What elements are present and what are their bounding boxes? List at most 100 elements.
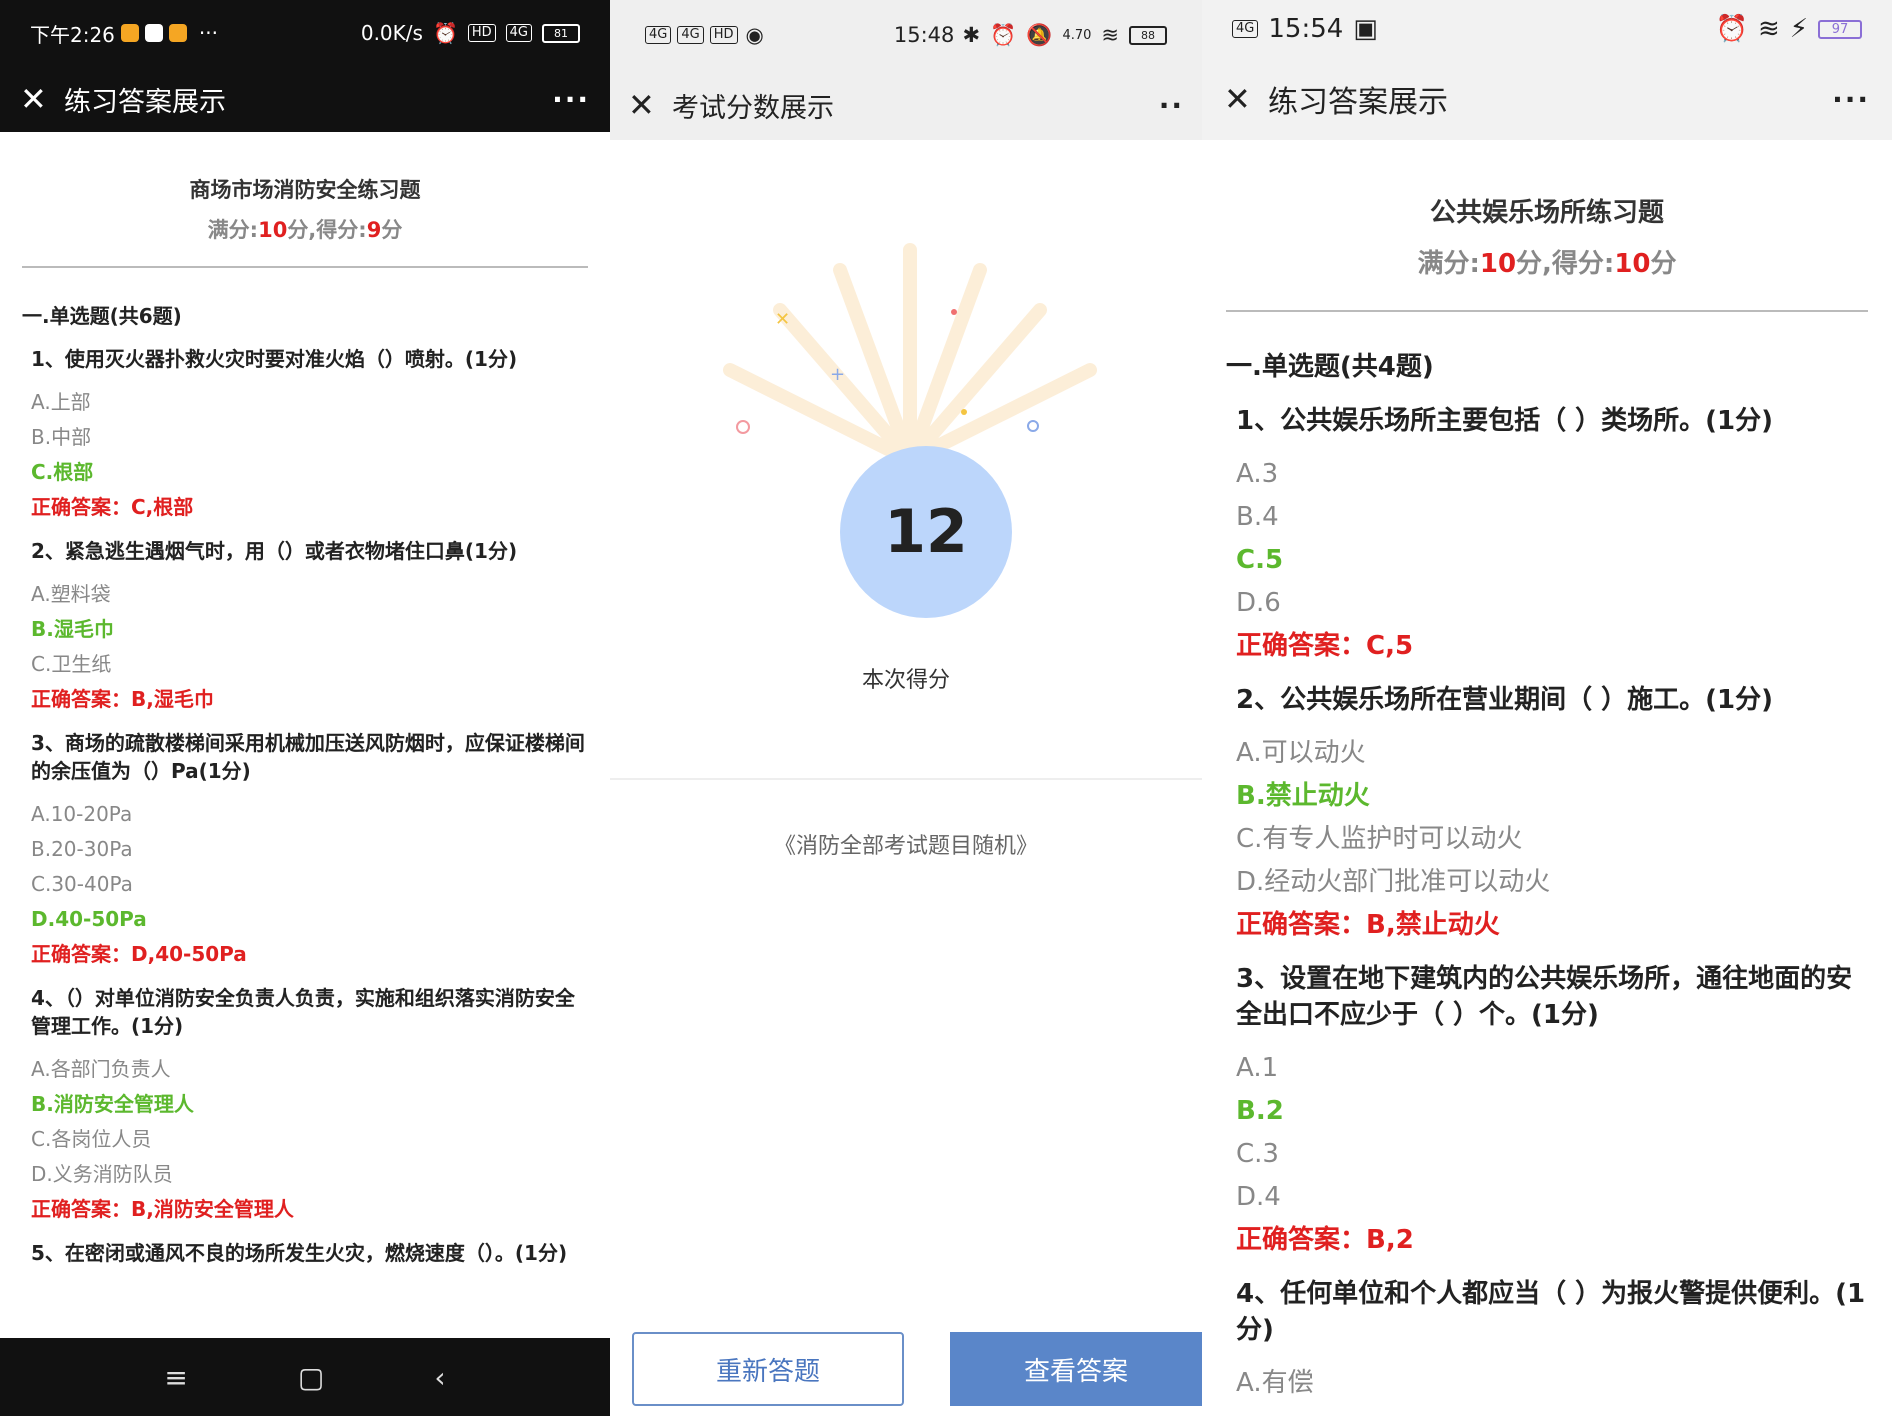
quiz-content: 公共娱乐场所练习题 满分:10分,得分:10分 一.单选题(共4题) 1、公共娱… xyxy=(1202,140,1892,1416)
option: A.上部 xyxy=(31,390,91,414)
page-title: 练习答案展示 xyxy=(64,86,226,118)
correct-answer-value: C,根部 xyxy=(131,495,194,519)
option: C.3 xyxy=(1236,1139,1279,1169)
obtained-score-value: 10 xyxy=(1614,249,1651,279)
option: D.义务消防队员 xyxy=(31,1162,173,1186)
correct-answer-label: 正确答案： xyxy=(31,1197,131,1221)
more-menu-icon[interactable]: ··· xyxy=(552,83,590,116)
practice-answers-panel-1: 下午2:26 ··· 0.0K/s ⏰ HD 4G 81 ✕ 练习答案展示 ··… xyxy=(0,0,610,1416)
signal-icon: 4G xyxy=(1232,20,1259,38)
correct-answer: 正确答案：D,40-50Pa xyxy=(31,937,588,972)
quiz-content: 商场市场消防安全练习题 满分:10分,得分:9分 一.单选题(共6题) 1、使用… xyxy=(0,150,610,1279)
status-time: 下午2:26 xyxy=(30,22,115,47)
exam-name: 《消防全部考试题目随机》 xyxy=(773,834,1038,859)
score-label: 分,得分: xyxy=(287,218,367,242)
status-bar: 4G 4G HD ◉ 15:48 ✱ ⏰ 🔕 4.70 ≋ 88 xyxy=(610,0,1202,70)
option-correct: C.根部 xyxy=(31,460,94,484)
network-speed: 4.70 xyxy=(1062,27,1092,43)
score-unit: 分 xyxy=(1650,249,1677,279)
correct-answer: 正确答案：C,根部 xyxy=(31,490,588,525)
exam-score-panel: 4G 4G HD ◉ 15:48 ✱ ⏰ 🔕 4.70 ≋ 88 ✕ 考试分数展… xyxy=(610,0,1202,1416)
option-correct: B.消防安全管理人 xyxy=(31,1092,194,1116)
correct-answer-label: 正确答案： xyxy=(31,942,131,966)
gallery-icon: ▣ xyxy=(1353,14,1378,44)
charging-icon: ⚡ xyxy=(1789,14,1808,44)
question-item: 1、使用灭火器扑救火灾时要对准火焰（）喷射。(1分) A.上部 B.中部 C.根部 正确… xyxy=(22,345,588,525)
close-icon[interactable]: ✕ xyxy=(20,80,64,118)
correct-answer-label: 正确答案： xyxy=(1236,1225,1367,1255)
score-summary: 满分:10分,得分:9分 xyxy=(22,214,588,244)
home-icon[interactable]: ▢ xyxy=(298,1361,324,1394)
nav-bar: ✕ 练习答案展示 ··· xyxy=(0,66,610,132)
retry-button[interactable]: 重新答题 xyxy=(632,1332,904,1406)
section-title: 一.单选题(共4题) xyxy=(1226,352,1434,382)
hd-badge: HD xyxy=(709,26,738,44)
back-icon[interactable]: ‹ xyxy=(434,1361,445,1394)
menu-icon[interactable]: ≡ xyxy=(164,1361,187,1394)
full-score-value: 10 xyxy=(1479,249,1517,279)
question-text: 2、公共娱乐场所在营业期间（ ）施工。(1分) xyxy=(1236,685,1773,715)
question-text: 4、任何单位和个人都应当（ ）为报火警提供便利。(1分) xyxy=(1236,1279,1866,1345)
correct-answer-value: D,40-50Pa xyxy=(131,942,247,966)
alarm-icon: ⏰ xyxy=(990,22,1017,47)
section-title: 一.单选题(共6题) xyxy=(22,304,182,328)
wechat-icon: ◉ xyxy=(745,23,764,47)
question-item: 2、紧急逃生遇烟气时，用（）或者衣物堵住口鼻(1分) A.塑料袋 B.湿毛巾 C.卫生… xyxy=(22,537,588,717)
option: A.1 xyxy=(1236,1053,1279,1083)
more-menu-icon[interactable]: ··· xyxy=(1832,83,1870,116)
divider xyxy=(1226,310,1868,312)
system-nav-bar: ≡ ▢ ‹ xyxy=(0,1338,610,1416)
option: C.各岗位人员 xyxy=(31,1127,152,1151)
question-list: 1、公共娱乐场所主要包括（ ）类场所。(1分) A.3 B.4 C.5 D.6 正确答案：… xyxy=(1226,403,1868,1405)
status-bar: 4G 15:54 ▣ ⏰ ≋ ⚡ 97 xyxy=(1202,0,1892,58)
correct-answer: 正确答案：B,2 xyxy=(1236,1219,1868,1262)
option: B.20-30Pa xyxy=(31,837,133,861)
correct-answer: 正确答案：B,消防安全管理人 xyxy=(31,1192,588,1227)
question-text: 4、（）对单位消防安全负责人负责，实施和组织落实消防安全管理工作。(1分) xyxy=(31,986,575,1038)
question-item: 2、公共娱乐场所在营业期间（ ）施工。(1分) A.可以动火 B.禁止动火 C.有专人… xyxy=(1226,682,1868,947)
page-title: 练习答案展示 xyxy=(1268,85,1448,120)
status-more: ··· xyxy=(198,21,218,45)
signal-icon: 4G xyxy=(505,24,532,42)
option: A.塑料袋 xyxy=(31,582,111,606)
quiz-title: 商场市场消防安全练习题 xyxy=(189,178,421,202)
close-icon[interactable]: ✕ xyxy=(1224,80,1268,118)
correct-answer-value: B,禁止动火 xyxy=(1366,910,1500,940)
signal-icon: 4G xyxy=(645,26,672,44)
option: C.30-40Pa xyxy=(31,872,133,896)
obtained-score-value: 9 xyxy=(366,218,382,242)
question-list: 1、使用灭火器扑救火灾时要对准火焰（）喷射。(1分) A.上部 B.中部 C.根部 正确… xyxy=(22,345,588,1267)
option-correct: B.湿毛巾 xyxy=(31,617,114,641)
option: A.有偿 xyxy=(1236,1368,1314,1398)
question-text: 2、紧急逃生遇烟气时，用（）或者衣物堵住口鼻(1分) xyxy=(31,539,518,563)
question-item: 3、设置在地下建筑内的公共娱乐场所，通往地面的安全出口不应少于（ ）个。(1分)… xyxy=(1226,961,1868,1262)
alarm-icon: ⏰ xyxy=(432,21,458,45)
question-item: 4、（）对单位消防安全负责人负责，实施和组织落实消防安全管理工作。(1分) A.各… xyxy=(22,984,588,1227)
question-text: 5、在密闭或通风不良的场所发生火灾，燃烧速度（）。(1分) xyxy=(31,1241,568,1265)
option: C.有专人监护时可以动火 xyxy=(1236,824,1523,854)
option-correct: B.禁止动火 xyxy=(1236,781,1370,811)
full-score-label: 满分: xyxy=(207,218,259,242)
option: D.经动火部门批准可以动火 xyxy=(1236,867,1551,897)
nav-bar: ✕ 考试分数展示 ·· xyxy=(610,70,1202,140)
option: A.3 xyxy=(1236,459,1279,489)
correct-answer-label: 正确答案： xyxy=(1236,631,1367,661)
correct-answer-label: 正确答案： xyxy=(1236,910,1367,940)
question-item: 1、公共娱乐场所主要包括（ ）类场所。(1分) A.3 B.4 C.5 D.6 正确答案：… xyxy=(1226,403,1868,668)
correct-answer: 正确答案：B,禁止动火 xyxy=(1236,904,1868,947)
quiz-title: 公共娱乐场所练习题 xyxy=(1429,198,1664,228)
score-circle: 12 xyxy=(840,446,1012,618)
more-menu-icon[interactable]: ·· xyxy=(1159,89,1184,122)
full-score-label: 满分: xyxy=(1417,249,1480,279)
view-answers-button[interactable]: 查看答案 xyxy=(950,1332,1202,1406)
divider xyxy=(22,266,588,268)
alarm-icon: ⏰ xyxy=(1715,14,1748,44)
correct-answer-label: 正确答案： xyxy=(31,495,131,519)
question-item: 3、商场的疏散楼梯间采用机械加压送风防烟时，应保证楼梯间的余压值为（）Pa(1分… xyxy=(22,729,588,972)
score-label: 本次得分 xyxy=(861,668,950,693)
correct-answer-value: C,5 xyxy=(1366,631,1414,661)
option-correct: D.40-50Pa xyxy=(31,907,147,931)
close-icon[interactable]: ✕ xyxy=(628,86,672,124)
app-notification-icon xyxy=(120,24,139,42)
option: C.卫生纸 xyxy=(31,652,112,676)
